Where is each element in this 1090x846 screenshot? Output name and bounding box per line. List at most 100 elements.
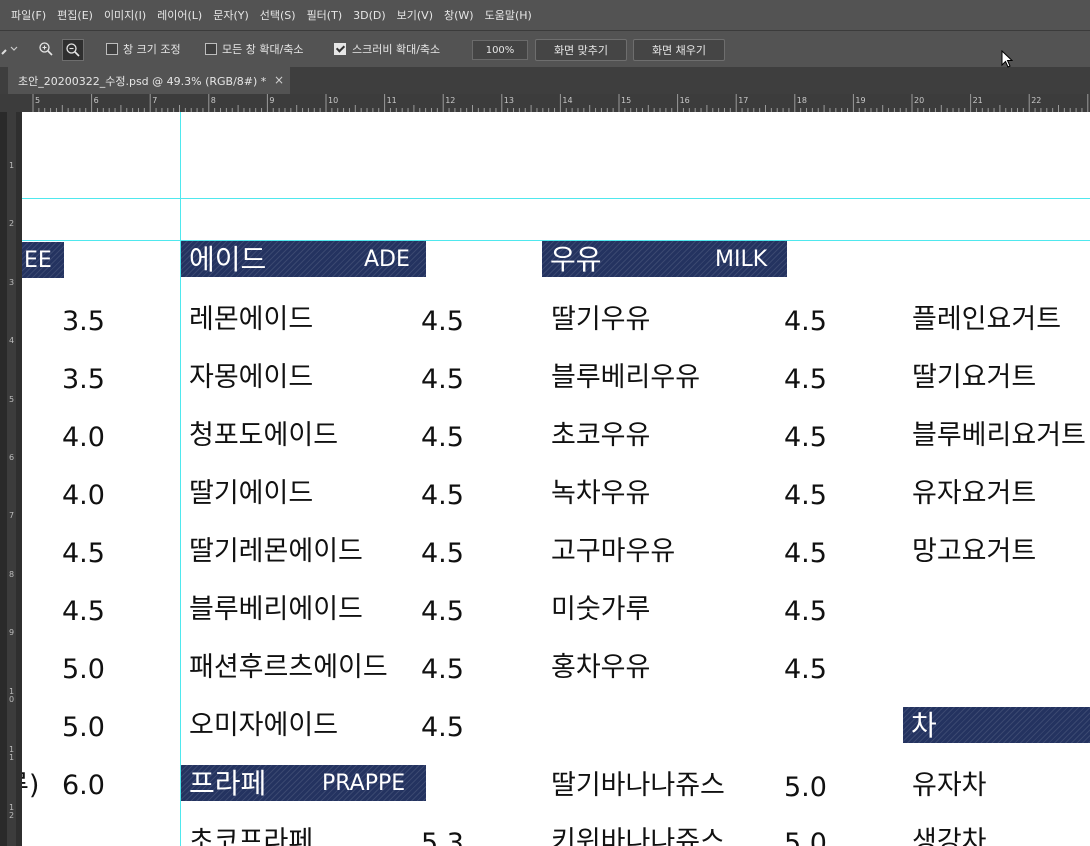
menu-filter[interactable]: 필터(T)	[307, 7, 343, 23]
milk-price: 4.5	[784, 654, 827, 685]
tea-header-ko: 차	[911, 709, 937, 742]
yogurt-item: 플레인요거트	[912, 304, 1062, 335]
document-canvas[interactable]: EE 3.5 3.5 4.0 4.0 4.5 4.5 5.0 5.0 루) 6.…	[22, 112, 1090, 846]
options-bar: 창 크기 조정 모든 창 확대/축소 스크러비 확대/축소 100% 화면 맞추…	[0, 30, 1090, 68]
ruler-label: 8	[211, 96, 216, 105]
frappe-header-en: PRAPPE	[322, 771, 406, 796]
yogurt-item: 망고요거트	[912, 536, 1037, 567]
ade-price: 4.5	[421, 306, 464, 337]
zoom-percent-field[interactable]: 100%	[472, 40, 528, 60]
menu-window[interactable]: 창(W)	[444, 7, 474, 23]
tea-header: 차	[903, 707, 1090, 743]
ade-price: 4.5	[421, 422, 464, 453]
menu-file[interactable]: 파일(F)	[11, 7, 46, 23]
ruler-label: 9	[9, 628, 15, 638]
ade-price: 4.5	[421, 364, 464, 395]
ade-price: 4.5	[421, 538, 464, 569]
ruler-label: 9	[269, 96, 274, 105]
ruler-label: 16	[680, 96, 690, 105]
ruler-label: 1 2	[9, 803, 15, 821]
document-tab[interactable]: 초안_20200322_수정.psd @ 49.3% (RGB/8#) * ×	[8, 67, 290, 94]
ade-item: 패션후르츠에이드	[189, 652, 388, 683]
horizontal-ruler-ticks: 567891011121314151617181920212223	[32, 94, 1090, 112]
milk-price: 4.5	[784, 480, 827, 511]
guide-line-vertical[interactable]	[180, 112, 181, 846]
ruler-label: 1 0	[9, 686, 15, 704]
ade-item: 딸기에이드	[189, 478, 314, 509]
menu-view[interactable]: 보기(V)	[397, 7, 433, 23]
ruler-label: 3	[9, 277, 15, 287]
ade-item: 청포도에이드	[189, 420, 339, 451]
coffee-price: 5.0	[62, 654, 105, 685]
close-icon[interactable]: ×	[274, 73, 284, 87]
menu-layer[interactable]: 레이어(L)	[157, 7, 202, 23]
fit-screen-button[interactable]: 화면 맞추기	[535, 39, 627, 61]
ade-header-en: ADE	[364, 247, 410, 272]
ruler-label: 4	[9, 336, 15, 346]
scrubby-zoom-label: 스크러비 확대/축소	[352, 43, 441, 56]
juice-item: 딸기바나나쥬스	[551, 770, 725, 801]
menu-3d[interactable]: 3D(D)	[353, 9, 386, 22]
zoom-tool-preset-icon[interactable]	[0, 39, 20, 59]
ruler-label: 5	[35, 96, 40, 105]
milk-item: 딸기우유	[551, 304, 651, 335]
menu-type[interactable]: 문자(Y)	[213, 7, 249, 23]
zoom-in-icon[interactable]	[36, 39, 56, 59]
ade-item: 오미자에이드	[189, 710, 339, 741]
ade-header: 에이드 ADE	[181, 241, 426, 277]
zoom-out-icon[interactable]	[62, 39, 84, 61]
guide-line-horizontal[interactable]	[22, 198, 1090, 199]
coffee-price: 3.5	[62, 364, 105, 395]
ruler-label: 7	[9, 511, 15, 521]
horizontal-ruler[interactable]: 567891011121314151617181920212223	[0, 94, 1090, 113]
scrubby-zoom-checkbox[interactable]	[334, 43, 346, 55]
ruler-label: 12	[445, 96, 455, 105]
milk-price: 4.5	[784, 422, 827, 453]
ruler-label: 18	[797, 96, 807, 105]
vertical-ruler[interactable]: 1 2 3 4 5 6 7 8 9 1 0 1 1 1 2	[0, 112, 22, 846]
ruler-label: 7	[152, 96, 157, 105]
ade-price: 4.5	[421, 596, 464, 627]
menu-image[interactable]: 이미지(I)	[104, 7, 146, 23]
milk-item: 고구마우유	[551, 536, 676, 567]
frappe-item: 초코프라페	[189, 826, 314, 846]
ruler-label: 11	[387, 96, 397, 105]
milk-item: 미숫가루	[551, 594, 651, 625]
coffee-price: 4.5	[62, 538, 105, 569]
tea-item: 유자차	[912, 770, 987, 801]
ruler-label: 21	[973, 96, 983, 105]
ruler-label: 8	[9, 569, 15, 579]
ruler-label: 13	[504, 96, 514, 105]
frappe-header: 프라페 PRAPPE	[181, 765, 426, 801]
milk-item: 홍차우유	[551, 652, 651, 683]
menu-select[interactable]: 선택(S)	[260, 7, 296, 23]
ade-price: 4.5	[421, 480, 464, 511]
milk-price: 4.5	[784, 306, 827, 337]
zoom-all-windows-checkbox[interactable]	[205, 43, 217, 55]
resize-windows-label: 창 크기 조정	[123, 43, 181, 56]
coffee-header: EE	[22, 242, 64, 278]
juice-item: 키위바나나쥬스	[551, 826, 725, 846]
menu-edit[interactable]: 편집(E)	[57, 7, 93, 23]
ade-item: 레몬에이드	[189, 304, 314, 335]
zoom-all-windows-label: 모든 창 확대/축소	[222, 43, 304, 56]
milk-item: 블루베리우유	[551, 362, 701, 393]
milk-header-ko: 우유	[550, 243, 602, 276]
ade-header-ko: 에이드	[189, 243, 267, 276]
ruler-label: 10	[328, 96, 338, 105]
ruler-label: 19	[855, 96, 865, 105]
menu-bar: 파일(F) 편집(E) 이미지(I) 레이어(L) 문자(Y) 선택(S) 필터…	[0, 0, 1090, 30]
mouse-pointer-icon	[1001, 49, 1014, 72]
fill-screen-button[interactable]: 화면 채우기	[633, 39, 725, 61]
document-tab-bar: 초안_20200322_수정.psd @ 49.3% (RGB/8#) * ×	[0, 67, 1090, 94]
ruler-label: 20	[914, 96, 924, 105]
resize-windows-checkbox[interactable]	[106, 43, 118, 55]
yogurt-item: 딸기요거트	[912, 362, 1037, 393]
milk-price: 4.5	[784, 596, 827, 627]
milk-item: 초코우유	[551, 420, 651, 451]
ruler-strip	[0, 112, 7, 846]
coffee-header-en: EE	[24, 248, 52, 273]
ade-item: 자몽에이드	[189, 362, 314, 393]
menu-help[interactable]: 도움말(H)	[485, 7, 532, 23]
milk-price: 4.5	[784, 538, 827, 569]
